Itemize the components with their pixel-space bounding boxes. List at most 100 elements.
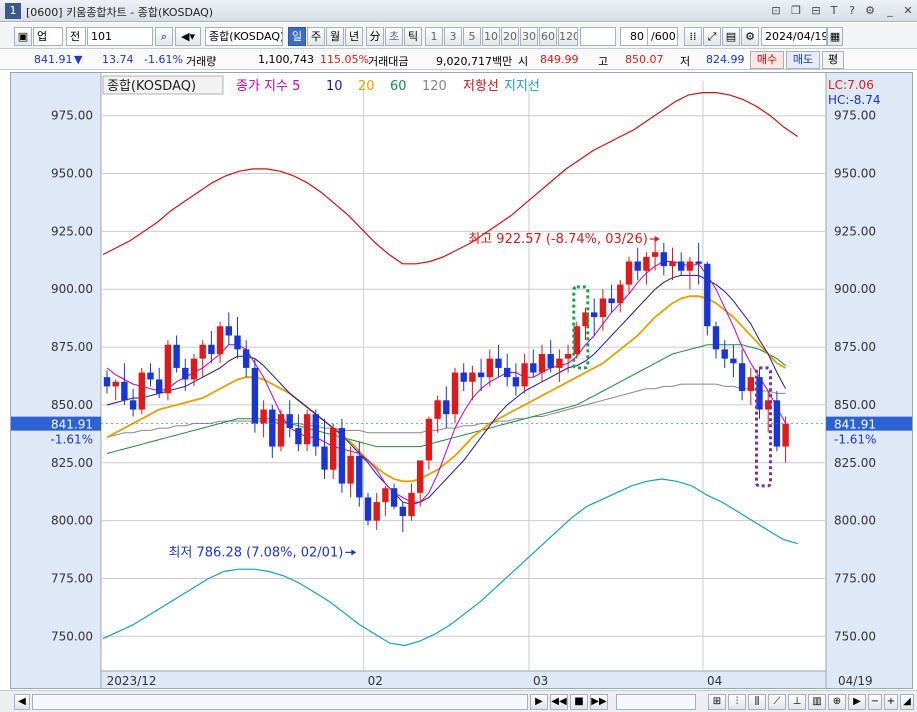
scroll-right-button[interactable]: ▶ bbox=[848, 694, 866, 710]
interval-20[interactable]: 20 bbox=[501, 27, 519, 46]
zoom-slider[interactable] bbox=[616, 694, 696, 710]
interval-120[interactable]: 120 bbox=[558, 27, 578, 46]
candle-body bbox=[312, 414, 319, 447]
period-second[interactable]: 초 bbox=[385, 27, 403, 46]
candle-body bbox=[147, 372, 154, 380]
bar-icon[interactable]: ⫼ bbox=[748, 694, 766, 710]
candle-body bbox=[103, 377, 111, 387]
interval-60[interactable]: 60 bbox=[539, 27, 557, 46]
period-year[interactable]: 년 bbox=[345, 27, 363, 46]
period-day[interactable]: 일 bbox=[288, 27, 306, 46]
right-axis-panel bbox=[826, 73, 912, 688]
line-icon[interactable]: ⟋ bbox=[768, 694, 786, 710]
candle-body bbox=[651, 252, 659, 257]
zoom-out-button[interactable]: − bbox=[868, 694, 882, 710]
candle-body bbox=[608, 298, 615, 304]
interval-custom-select[interactable] bbox=[580, 27, 616, 46]
candle-icon[interactable]: ⫶ bbox=[728, 694, 746, 710]
left-axis-panel bbox=[11, 73, 101, 688]
candle-body bbox=[643, 256, 650, 271]
legend-item: 10 bbox=[326, 79, 343, 94]
prev-button[interactable]: 전 bbox=[66, 27, 86, 46]
interval-1[interactable]: 1 bbox=[425, 27, 443, 46]
restore-icon[interactable]: ❐ bbox=[788, 3, 804, 19]
period-week[interactable]: 주 bbox=[307, 27, 325, 46]
quote-change: 13.74 bbox=[102, 53, 134, 66]
candle-body bbox=[443, 400, 450, 415]
market-select[interactable]: 업 bbox=[33, 27, 63, 46]
legend-item: 60 bbox=[390, 79, 407, 94]
candle-body bbox=[660, 252, 667, 267]
support-line bbox=[102, 478, 798, 647]
lock-icon[interactable]: ⊟ bbox=[808, 3, 824, 19]
name-field[interactable]: 종합(KOSDAQ) bbox=[205, 27, 283, 46]
help-icon[interactable]: ? bbox=[844, 3, 860, 19]
text-icon[interactable]: T bbox=[826, 3, 842, 19]
price-chart[interactable]: 975.00 975.00 950.00 950.00 925.00 925.00 900.… bbox=[11, 73, 912, 688]
speaker-icon[interactable]: ◀▾ bbox=[175, 27, 201, 46]
candle-body bbox=[477, 372, 485, 378]
play-button[interactable]: ▶ bbox=[530, 694, 548, 710]
candle-body bbox=[138, 372, 145, 410]
link-icon[interactable]: ⊡ bbox=[768, 3, 784, 19]
grid-icon[interactable]: ⁞⁞ bbox=[684, 27, 702, 46]
low-annotation: 최저 786.28 (7.08%, 02/01) bbox=[168, 545, 343, 560]
step-back-button[interactable]: ◀◀ bbox=[550, 694, 568, 710]
candle-body bbox=[504, 367, 511, 378]
period-tick[interactable]: 틱 bbox=[404, 27, 422, 46]
zoom-in-button[interactable]: + bbox=[884, 694, 898, 710]
settings-icon[interactable]: ⚙ bbox=[862, 3, 878, 19]
candle-body bbox=[460, 372, 467, 382]
scroll-track[interactable] bbox=[32, 694, 528, 710]
legend-item: 지지선 bbox=[504, 79, 540, 94]
buy-button[interactable]: 매수 bbox=[750, 51, 784, 69]
layout-icon[interactable]: ▥ bbox=[808, 694, 826, 710]
crosshair-icon[interactable]: ⊕ bbox=[828, 694, 846, 710]
chart-title: 종합(KOSDAQ) bbox=[107, 79, 196, 94]
chart-area[interactable]: 975.00 975.00 950.00 950.00 925.00 925.00 900.… bbox=[10, 72, 913, 689]
step-forward-button[interactable]: ▶▶ bbox=[590, 694, 608, 710]
candle-body bbox=[547, 354, 554, 368]
period-month[interactable]: 월 bbox=[326, 27, 344, 46]
candle-body bbox=[121, 381, 128, 401]
date-input[interactable]: 2024/04/19 bbox=[761, 27, 827, 46]
candle-body bbox=[251, 367, 259, 424]
candle-body bbox=[347, 455, 354, 484]
stop-button[interactable]: ■ bbox=[570, 694, 588, 710]
close-icon[interactable]: ✕ bbox=[900, 3, 916, 19]
minimize-icon[interactable]: _ bbox=[882, 3, 898, 19]
candle-body bbox=[425, 418, 433, 461]
period-minute[interactable]: 分 bbox=[366, 27, 384, 46]
candle-body bbox=[173, 344, 180, 368]
sell-button[interactable]: 매도 bbox=[786, 51, 820, 69]
count-input[interactable]: 80 bbox=[620, 27, 648, 46]
candle-body bbox=[243, 349, 250, 368]
calendar-icon[interactable]: ▦ bbox=[827, 27, 843, 46]
interval-30[interactable]: 30 bbox=[520, 27, 538, 46]
code-input[interactable]: 101 bbox=[87, 27, 153, 46]
candle-body bbox=[390, 488, 398, 507]
gear-icon[interactable]: ⚙ bbox=[741, 27, 759, 46]
search-icon[interactable]: ⌕ bbox=[155, 27, 173, 46]
candle-body bbox=[225, 326, 232, 336]
quote-change-pct: -1.61% bbox=[144, 53, 183, 66]
interval-10[interactable]: 10 bbox=[482, 27, 500, 46]
last-date-label: 04/19 bbox=[838, 674, 873, 688]
chart-menu-icon[interactable]: ▣ bbox=[14, 27, 32, 46]
scroll-left-button[interactable]: ◀ bbox=[14, 694, 30, 710]
candle-body bbox=[695, 261, 702, 264]
interval-3[interactable]: 3 bbox=[444, 27, 462, 46]
amount-value: 9,020,717백만 bbox=[436, 55, 513, 68]
ruler-icon[interactable]: ⊥ bbox=[788, 694, 806, 710]
interval-5[interactable]: 5 bbox=[463, 27, 481, 46]
chart-type-icon[interactable]: ⊞ bbox=[708, 694, 726, 710]
tool-icon[interactable]: ⤢ bbox=[703, 27, 721, 46]
y-tick-label-left: 925.00 bbox=[51, 224, 93, 238]
y-tick-label-left: 800.00 bbox=[51, 514, 93, 528]
fullscreen-icon[interactable]: ◢ bbox=[900, 694, 914, 710]
candle-body bbox=[747, 377, 754, 392]
average-button[interactable]: 평 bbox=[822, 51, 844, 69]
save-icon[interactable]: ▤ bbox=[722, 27, 740, 46]
x-tick-label: 03 bbox=[533, 674, 548, 688]
candle-body bbox=[469, 372, 476, 382]
